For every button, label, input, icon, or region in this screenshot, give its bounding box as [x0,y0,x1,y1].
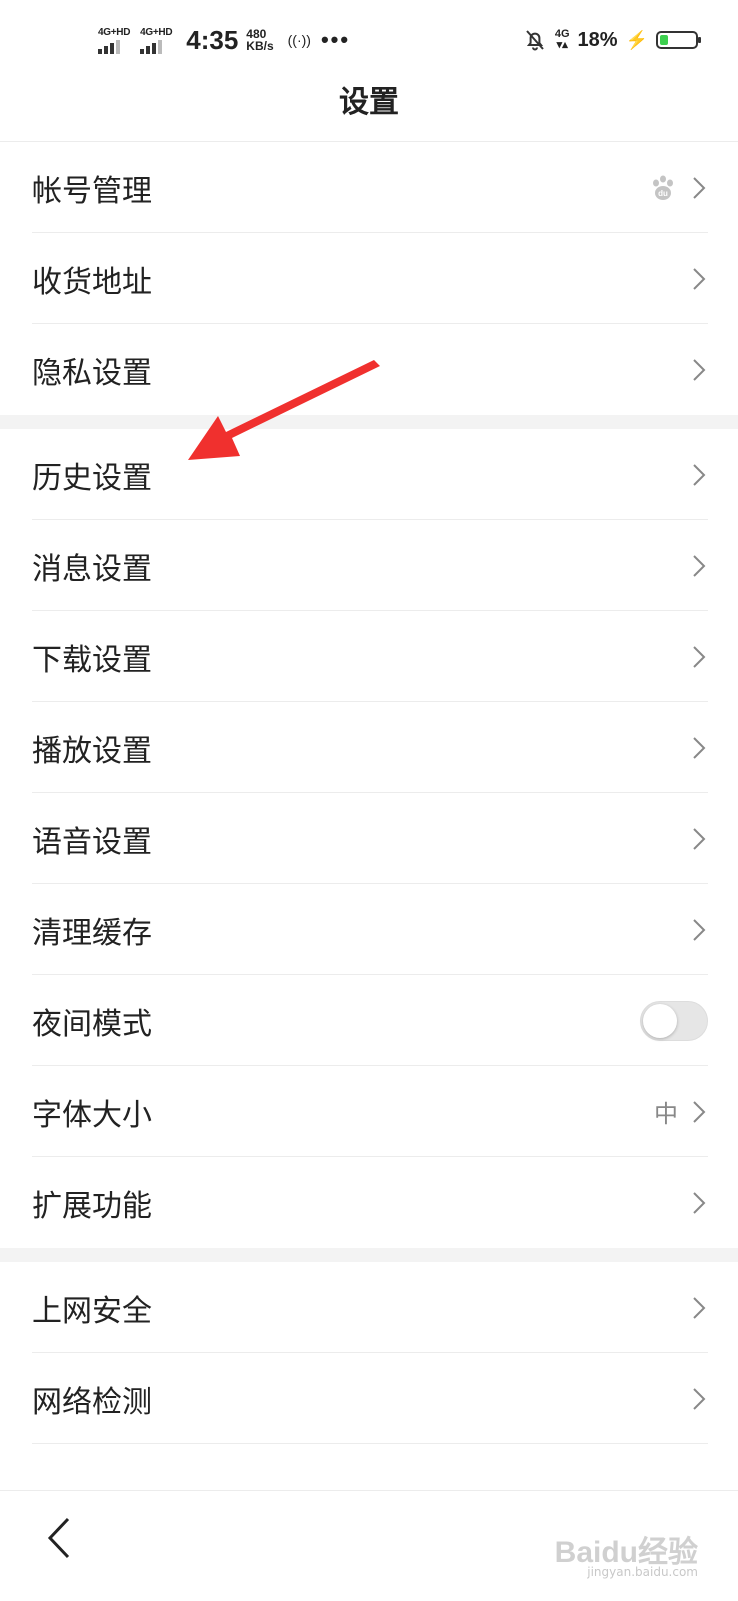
settings-item-label: 播放设置 [32,733,152,769]
settings-item-history[interactable]: 历史设置 [0,429,738,520]
chevron-right-icon [693,645,706,668]
page-title: 设置 [339,85,399,120]
settings-section-account: 帐号管理 du 收货地址 隐私设置 [0,142,738,429]
night-mode-toggle[interactable] [640,1000,708,1041]
sim2-label: 4G+HD [140,26,173,38]
bottom-bar: Baidu经验 jingyan.baidu.com [0,1490,738,1601]
speed-unit: KB/s [246,39,274,53]
settings-item-messages[interactable]: 消息设置 [0,520,738,611]
chevron-right-icon [693,1191,706,1214]
signal-icon [140,39,163,54]
toggle-knob [643,1003,677,1038]
page-header: 设置 [0,80,738,142]
section-divider [0,1248,738,1262]
back-chevron-icon[interactable] [44,1515,74,1561]
settings-item-label: 网络检测 [32,1384,152,1420]
battery-percent: 18% [577,28,618,51]
settings-item-network-check[interactable]: 网络检测 [0,1353,738,1444]
settings-item-privacy[interactable]: 隐私设置 [0,324,738,415]
battery-nub [698,37,701,43]
settings-section-network: 上网安全 网络检测 [0,1262,738,1444]
settings-item-night-mode: 夜间模式 [0,975,738,1066]
font-size-value: 中 [654,1100,678,1128]
settings-item-label: 收货地址 [32,264,152,300]
svg-text:du: du [658,189,668,198]
settings-item-label: 上网安全 [32,1293,152,1329]
settings-item-label: 隐私设置 [32,355,152,391]
settings-item-label: 字体大小 [32,1097,152,1133]
chevron-right-icon [693,1296,706,1319]
network-speed: 480 KB/s [246,28,273,52]
chevron-right-icon [693,267,706,290]
hotspot-icon: ((·)) [287,32,311,48]
section-divider [0,415,738,429]
chevron-right-icon [693,463,706,486]
data-arrows-icon: ▾▴ [556,39,568,51]
settings-item-font-size[interactable]: 字体大小 中 [0,1066,738,1157]
more-notifications-icon: ••• [320,27,351,52]
chevron-right-icon [693,827,706,850]
mute-bell-icon [526,30,544,51]
settings-item-web-security[interactable]: 上网安全 [0,1262,738,1353]
settings-item-clear-cache[interactable]: 清理缓存 [0,884,738,975]
chevron-right-icon [693,1387,706,1410]
watermark-url: jingyan.baidu.com [587,1565,698,1579]
battery-icon [656,31,701,49]
chevron-right-icon [693,736,706,759]
signal-icon [98,39,120,54]
settings-item-extensions[interactable]: 扩展功能 [0,1157,738,1248]
baidu-paw-icon: du [653,175,673,200]
settings-item-label: 语音设置 [32,824,152,860]
chevron-right-icon [693,1100,706,1123]
sim1-label: 4G+HD [98,26,131,38]
settings-section-general: 历史设置 消息设置 下载设置 播放设置 语音设置 清理缓存 夜间模式 字体大小 … [0,429,738,1262]
charging-icon: ⚡ [625,29,648,50]
settings-item-account[interactable]: 帐号管理 du [0,142,738,233]
sim1-signal: 4G+HD [98,27,130,54]
settings-item-label: 清理缓存 [32,915,152,951]
battery-fill [660,35,668,45]
settings-item-address[interactable]: 收货地址 [0,233,738,324]
status-bar: 4G+HD 4G+HD 4:35 480 KB/s ((·)) ••• 4G ▾… [0,0,738,80]
settings-item-playback[interactable]: 播放设置 [0,702,738,793]
settings-item-label: 扩展功能 [32,1188,152,1224]
clock: 4:35 [186,24,239,55]
settings-item-label: 帐号管理 [32,173,152,209]
settings-item-label: 下载设置 [32,642,152,678]
chevron-right-icon [693,176,706,199]
chevron-right-icon [693,358,706,381]
chevron-right-icon [693,554,706,577]
settings-item-label: 历史设置 [32,460,152,496]
settings-item-label: 消息设置 [32,551,152,587]
chevron-right-icon [693,918,706,941]
settings-item-label: 夜间模式 [32,1006,152,1042]
status-right-group: 4G ▾▴ 18% ⚡ [523,28,701,52]
settings-item-download[interactable]: 下载设置 [0,611,738,702]
sim2-signal: 4G+HD [140,26,173,54]
settings-item-voice[interactable]: 语音设置 [0,793,738,884]
mobile-data-indicator: 4G ▾▴ [555,29,570,51]
